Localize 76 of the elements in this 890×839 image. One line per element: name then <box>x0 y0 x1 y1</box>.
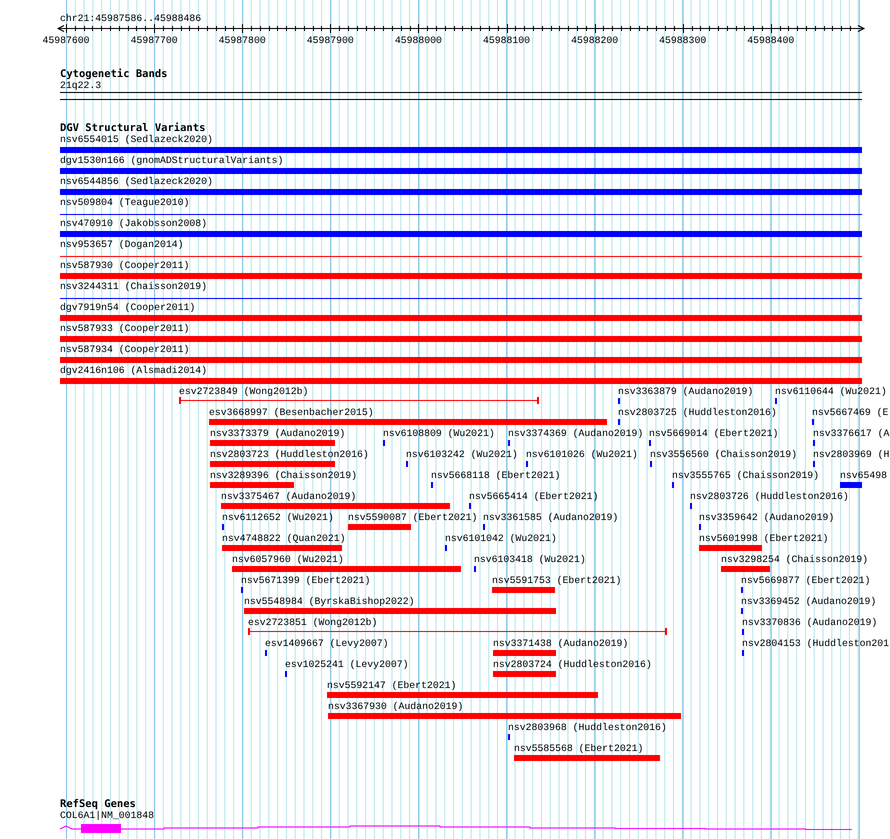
variant-label: nsv65498 <box>840 470 888 481</box>
variant-label: nsv3374369 (Audano2019) <box>508 428 644 439</box>
variant-label: nsv3244311 (Chaisson2019) <box>60 281 208 292</box>
variant-label: nsv2803725 (Huddleston2016) <box>618 407 777 418</box>
variant-label: nsv6112652 (Wu2021) <box>222 512 334 523</box>
variant-label: nsv6101042 (Wu2021) <box>445 533 557 544</box>
variant-label: nsv3369452 (Audano2019) <box>741 596 876 607</box>
variant-label: nsv5592147 (Ebert2021) <box>327 680 456 691</box>
variant-label: nsv587930 (Cooper2011) <box>60 260 190 271</box>
variant-label: nsv5667469 (E <box>812 407 888 418</box>
variant-label: dgv7919n54 (Cooper2011) <box>60 302 196 313</box>
tick-label: 45987700 <box>130 35 178 46</box>
variant-label: nsv2803724 (Huddleston2016) <box>493 659 652 670</box>
variant-label: dgv2416n106 (Alsmadi2014) <box>60 365 208 376</box>
variant-label: nsv3370836 (Audano2019) <box>742 617 878 628</box>
variant-label: dgv1530n166 (gnomADStructuralVariants) <box>60 155 284 166</box>
tick-label: 45987600 <box>42 35 90 46</box>
variant-label: nsv509804 (Teague2010) <box>60 197 190 208</box>
variant-label: nsv3556560 (Chaisson2019) <box>650 449 797 460</box>
tick-label: 45988300 <box>659 35 706 46</box>
variant-label: nsv4748822 (Quan2021) <box>222 533 346 544</box>
variant-label: nsv953657 (Dogan2014) <box>60 239 184 250</box>
variant-label: nsv2803969 (H <box>813 449 890 460</box>
variant-label: nsv470910 (Jakobsson2008) <box>60 218 208 229</box>
variant-label: nsv5548984 (ByrskaBishop2022) <box>244 596 414 607</box>
variant-label: esv3668997 (Besenbacher2015) <box>209 407 374 418</box>
variant-label: nsv5585568 (Ebert2021) <box>514 743 644 754</box>
variant-label: nsv6544856 (Sedlazeck2020) <box>60 176 214 187</box>
variant-label: nsv6101026 (Wu2021) <box>526 449 638 460</box>
variant-label: nsv5591753 (Ebert2021) <box>492 575 622 586</box>
variant-label: nsv5668118 (Ebert2021) <box>431 470 560 481</box>
variant-label: nsv3367930 (Audano2019) <box>328 701 464 712</box>
variant-label: nsv5601998 (Ebert2021) <box>699 533 828 544</box>
tick-label: 45988200 <box>571 35 618 46</box>
variant-label: esv1409667 (Levy2007) <box>265 638 388 649</box>
variant-label: nsv5671399 (Ebert2021) <box>241 575 370 586</box>
gene-label: COL6A1|NM_001848 <box>60 810 156 821</box>
variant-label: esv2723849 (Wong2012b) <box>179 386 308 397</box>
variant-label: esv1025241 (Levy2007) <box>285 659 408 670</box>
variant-label: nsv6103418 (Wu2021) <box>474 554 586 565</box>
variant-label: nsv5590087 (Ebert2021) <box>348 512 478 523</box>
variant-label: nsv3289396 (Chaisson2019) <box>210 470 357 481</box>
variant-label: nsv2803968 (Huddleston2016) <box>508 722 667 733</box>
track-title: DGV Structural Variants <box>60 122 206 134</box>
variant-label: nsv3373379 (Audano2019) <box>210 428 346 439</box>
variant-label: nsv3376617 (A <box>813 428 890 439</box>
variant-label: esv2723851 (Wong2012b) <box>248 617 378 628</box>
variant-label: nsv5669014 (Ebert2021) <box>649 428 778 439</box>
variant-label: nsv6554015 (Sedlazeck2020) <box>60 134 214 145</box>
variant-label: nsv6108809 (Wu2021) <box>383 428 495 439</box>
tick-label: 45988000 <box>394 35 442 46</box>
band-label: 21q22.3 <box>60 80 102 91</box>
variant-label: nsv587933 (Cooper2011) <box>60 323 190 334</box>
variant-label: nsv3363879 (Audano2019) <box>618 386 754 397</box>
variant-label: nsv3359642 (Audano2019) <box>699 512 834 523</box>
tick-label: 45988400 <box>747 35 794 46</box>
variant-label: nsv2803723 (Huddleston2016) <box>210 449 369 460</box>
variant-label: nsv3298254 (Chaisson2019) <box>721 554 868 565</box>
variant-label: nsv6103242 (Wu2021) <box>406 449 518 460</box>
variant-label: nsv3371438 (Audano2019) <box>493 638 628 649</box>
variant-label: nsv2804153 (Huddleston201 <box>742 638 889 649</box>
variant-label: nsv3375467 (Audano2019) <box>221 491 356 502</box>
position-label: chr21:45987586..45988486 <box>60 13 202 24</box>
variant-label: nsv5665414 (Ebert2021) <box>469 491 598 502</box>
variant-label: nsv3555765 (Chaisson2019) <box>672 470 819 481</box>
tick-label: 45987900 <box>306 35 354 46</box>
tick-label: 45987800 <box>218 35 266 46</box>
track-title: RefSeq Genes <box>60 798 137 810</box>
variant-label: nsv3361585 (Audano2019) <box>483 512 618 523</box>
variant-label: nsv587934 (Cooper2011) <box>60 344 190 355</box>
variant-label: nsv2803726 (Huddleston2016) <box>690 491 849 502</box>
track-title: Cytogenetic Bands <box>60 68 168 80</box>
variant-label: nsv6057960 (Wu2021) <box>232 554 344 565</box>
variant-label: nsv5669877 (Ebert2021) <box>741 575 870 586</box>
tick-label: 45988100 <box>482 35 530 46</box>
variant-label: nsv6110644 (Wu2021) <box>775 386 887 397</box>
